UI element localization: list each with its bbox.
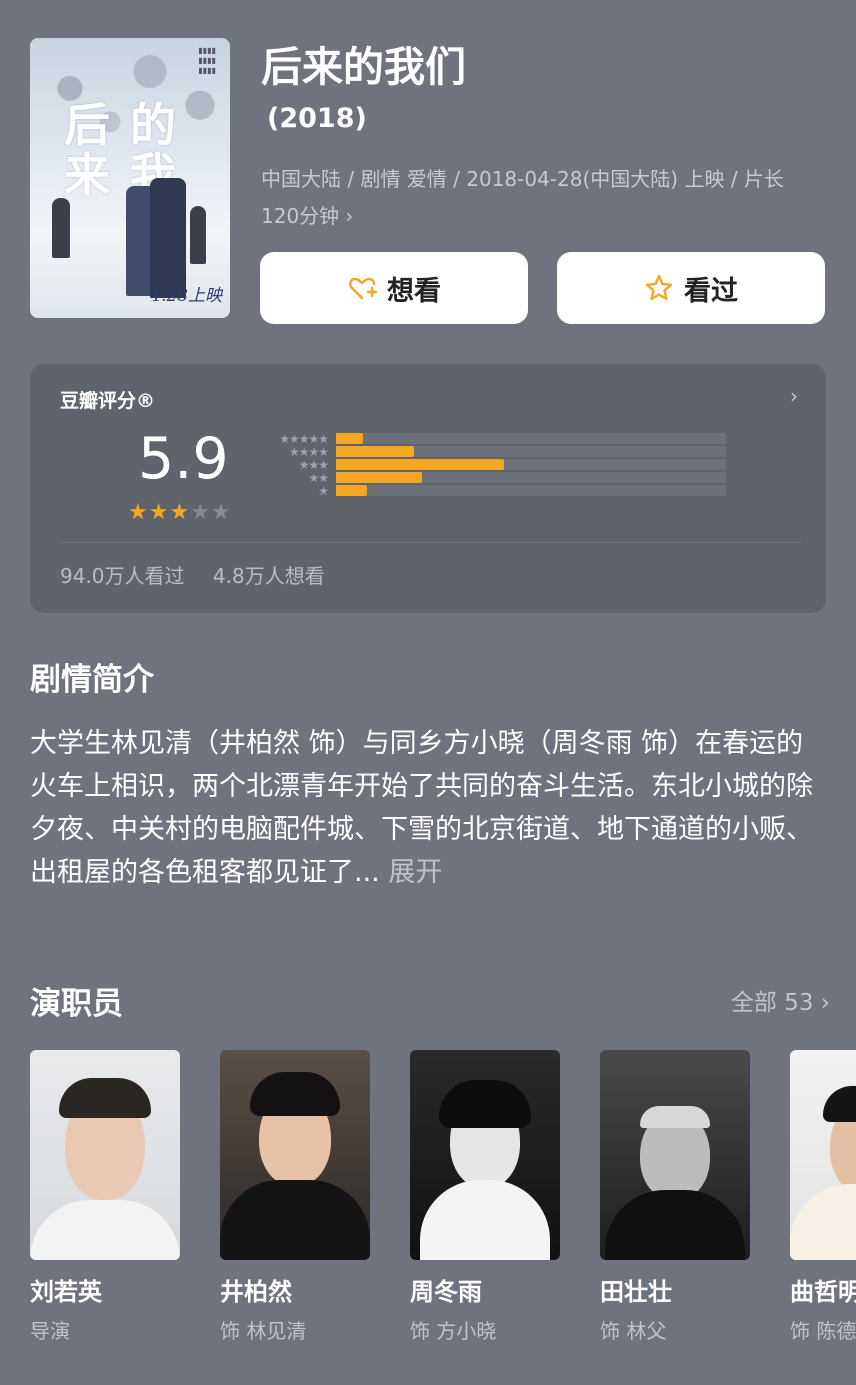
chevron-right-icon: › xyxy=(345,204,354,228)
cast-role: 导演 xyxy=(30,1319,70,1343)
movie-year: (2018) xyxy=(267,103,367,134)
rating-stars: ★ ★ ★ ★ ★ xyxy=(128,502,231,524)
cast-name: 周冬雨 xyxy=(410,1278,482,1306)
cast-name: 井柏然 xyxy=(220,1278,292,1306)
rating-star-icon: ★ xyxy=(190,500,210,525)
rating-bar-fill xyxy=(336,433,364,444)
hair xyxy=(250,1072,340,1116)
poster-figure xyxy=(150,178,186,298)
rating-bar-track xyxy=(336,459,726,470)
cast-role: 饰 方小晓 xyxy=(410,1319,497,1343)
cast-role: 饰 林父 xyxy=(600,1319,667,1343)
star-icon xyxy=(645,274,673,301)
rating-bar-stars: ★★★ xyxy=(298,457,329,472)
rating-star-icon: ★ xyxy=(210,500,231,525)
cast-title: 演职员 xyxy=(30,986,123,1022)
rating-counts: 94.0万人看过 4.8万人想看 xyxy=(60,560,347,589)
rating-bar-track xyxy=(336,446,726,457)
cast-photo xyxy=(410,1050,560,1260)
expand-link[interactable]: 展开 xyxy=(388,857,442,888)
rating-distribution: ★★★★★ ★★★★ ★★★ ★★ ★ xyxy=(256,432,728,497)
wishlist-count: 4.8万人想看 xyxy=(212,564,325,588)
movie-meta[interactable]: 中国大陆 / 剧情 爱情 / 2018-04-28(中国大陆) 上映 / 片长1… xyxy=(261,161,821,235)
shoulders xyxy=(30,1200,180,1260)
cast-role: 饰 林见清 xyxy=(220,1319,307,1343)
seen-label: 看过 xyxy=(684,275,738,307)
cast-role: 饰 陈德 xyxy=(790,1319,856,1343)
rating-bar-stars: ★★ xyxy=(308,470,329,485)
rating-bar-row: ★★★★★ xyxy=(256,432,728,445)
movie-detail-page: ▮▮▮▮ ▮▮▮▮ ▮▮▮▮ 后 的来 我 4.28上映 后来的我们 (2018) … xyxy=(0,0,856,1385)
heart-plus-icon xyxy=(349,277,377,300)
cast-photo xyxy=(220,1050,370,1260)
rating-card[interactable]: 豆瓣评分® › 5.9 ★ ★ ★ ★ ★ ★★★★★ ★★★★ ★★★ ★★ ★ 94.0万人… xyxy=(30,364,826,613)
shoulders xyxy=(605,1190,745,1260)
rating-bar-stars: ★★★★ xyxy=(288,444,329,459)
divider xyxy=(60,542,802,543)
cast-photo xyxy=(600,1050,750,1260)
movie-title: 后来的我们 xyxy=(261,43,466,91)
poster-credits: ▮▮▮▮ ▮▮▮▮ ▮▮▮▮ xyxy=(198,46,216,75)
hair xyxy=(59,1078,151,1118)
rating-bar-track xyxy=(336,433,726,444)
cast-all-label: 全部 53 xyxy=(730,990,814,1016)
rating-bar-fill xyxy=(336,485,368,496)
synopsis-text: 大学生林见清（井柏然 饰）与同乡方小晓（周冬雨 饰）在春运的火车上相识，两个北漂… xyxy=(30,722,830,894)
rating-bar-stars: ★ xyxy=(318,483,329,498)
rating-bar-track xyxy=(336,485,726,496)
rating-bar-fill xyxy=(336,446,414,457)
shoulders xyxy=(420,1180,550,1260)
cast-all-link[interactable]: 全部 53 › xyxy=(731,983,830,1017)
poster-figure xyxy=(52,198,70,258)
rating-score: 5.9 xyxy=(138,426,229,492)
movie-poster[interactable]: ▮▮▮▮ ▮▮▮▮ ▮▮▮▮ 后 的来 我 4.28上映 xyxy=(30,38,230,318)
cast-member[interactable]: 曲哲明 饰 陈德 xyxy=(790,1050,856,1344)
want-to-watch-button[interactable]: 想看 xyxy=(260,252,528,324)
poster-date: 4.28上映 xyxy=(150,286,222,306)
watched-button[interactable]: 看过 xyxy=(557,252,825,324)
synopsis-title: 剧情简介 xyxy=(30,662,154,698)
rating-bar-row: ★ xyxy=(256,484,728,497)
rating-star-icon: ★ xyxy=(128,500,148,525)
poster-figure xyxy=(190,206,206,264)
rating-label: 豆瓣评分® xyxy=(60,390,156,412)
cast-name: 刘若英 xyxy=(30,1278,102,1306)
chevron-right-icon[interactable]: › xyxy=(790,384,798,408)
cast-member[interactable]: 刘若英 导演 xyxy=(30,1050,180,1344)
cast-member[interactable]: 井柏然 饰 林见清 xyxy=(220,1050,370,1344)
rating-star-icon: ★ xyxy=(148,500,169,525)
hair xyxy=(640,1106,710,1128)
chevron-right-icon: › xyxy=(820,990,830,1016)
cast-photo xyxy=(790,1050,856,1260)
rating-bar-stars: ★★★★★ xyxy=(279,431,329,446)
rating-bar-fill xyxy=(336,459,504,470)
hair xyxy=(823,1086,856,1122)
cast-photo xyxy=(30,1050,180,1260)
shoulders xyxy=(220,1180,370,1260)
hair xyxy=(439,1080,531,1128)
movie-meta-text: 中国大陆 / 剧情 爱情 / 2018-04-28(中国大陆) 上映 / 片长1… xyxy=(261,167,784,228)
cast-member[interactable]: 周冬雨 饰 方小晓 xyxy=(410,1050,560,1344)
cast-member[interactable]: 田壮壮 饰 林父 xyxy=(600,1050,750,1344)
rating-bar-track xyxy=(336,472,726,483)
cast-name: 曲哲明 xyxy=(790,1278,856,1306)
rating-bar-row: ★★ xyxy=(256,471,728,484)
rating-star-icon: ★ xyxy=(169,500,190,525)
shoulders xyxy=(790,1184,856,1260)
rating-bar-fill xyxy=(336,472,422,483)
cast-name: 田壮壮 xyxy=(600,1278,672,1306)
watched-count: 94.0万人看过 xyxy=(60,564,185,588)
rating-bar-row: ★★★★ xyxy=(256,445,728,458)
rating-bar-row: ★★★ xyxy=(256,458,728,471)
cast-list: 刘若英 导演 井柏然 饰 林见清 周冬雨 饰 方小晓 田壮壮 饰 林父 曲哲明 … xyxy=(30,1050,856,1385)
want-label: 想看 xyxy=(387,275,441,307)
